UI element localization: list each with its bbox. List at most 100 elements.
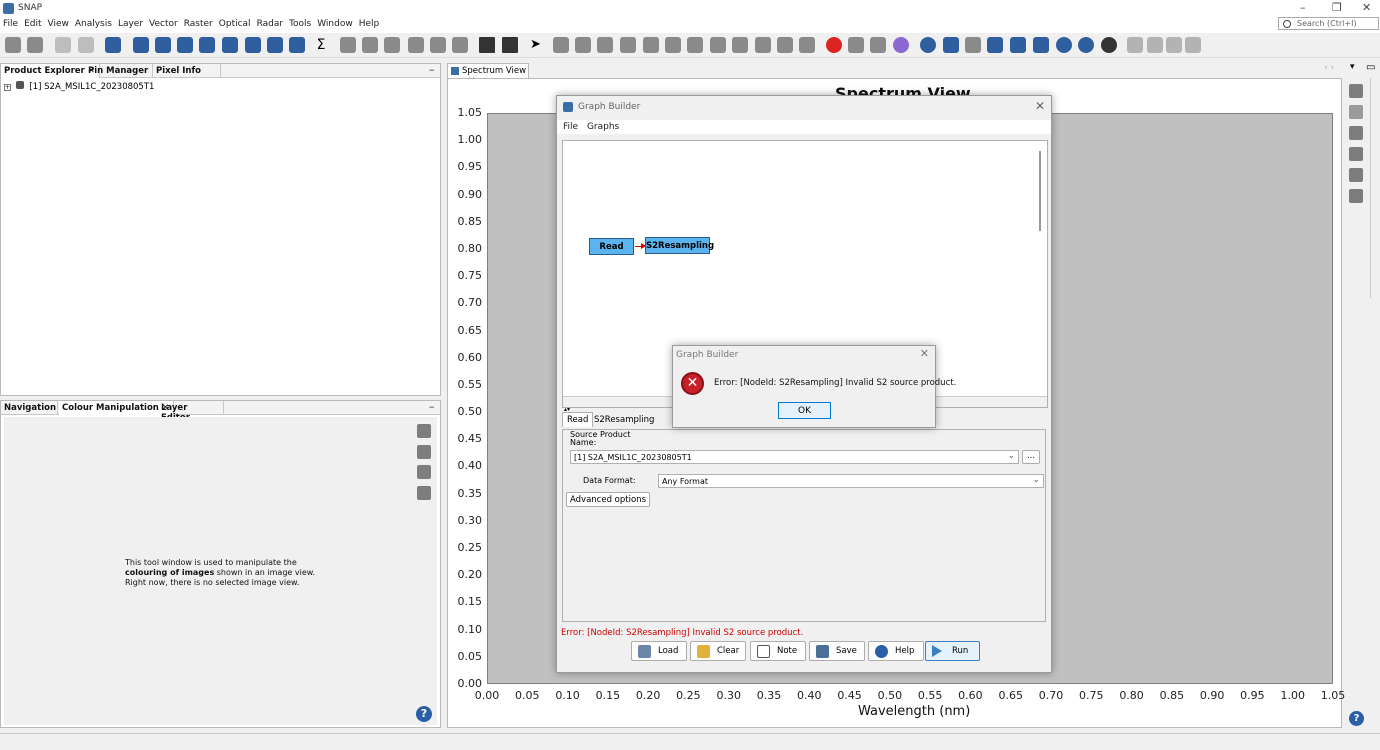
polyline-tool-icon[interactable] [665,37,681,53]
pin-icon[interactable] [408,37,424,53]
tile-vertical-icon[interactable] [1166,37,1182,53]
clear-button[interactable]: Clear [690,641,746,661]
search-tool-icon[interactable] [987,37,1003,53]
close-window-button[interactable]: ✕ [1362,1,1371,14]
qr-icon[interactable] [479,37,495,53]
refresh-icon[interactable] [105,37,121,53]
menu-analysis[interactable]: Analysis [72,17,115,29]
tab-pin-manager[interactable]: Pin Manager [85,64,154,78]
graph-canvas-scroll-thumb[interactable] [1039,151,1041,231]
minimize-button[interactable]: – [1300,1,1306,14]
band-maths-icon[interactable] [177,37,193,53]
graph-canvas-scrollbar[interactable] [1035,141,1047,396]
gcp-manager-icon[interactable] [965,37,981,53]
ellipse-tool-icon[interactable] [732,37,748,53]
gcp-tool-icon[interactable] [620,37,636,53]
cursor-synchronize-icon[interactable] [1349,105,1363,119]
pan-tool-icon[interactable] [553,37,569,53]
ioi-icon[interactable] [870,37,886,53]
tab-nav-arrows[interactable]: ‹ › [1324,63,1334,73]
menu-edit[interactable]: Edit [21,17,44,29]
maximize-view-icon[interactable]: ▭ [1366,62,1375,73]
tab-read[interactable]: Read [562,412,594,427]
range-finder-icon[interactable] [777,37,793,53]
minimize-panel-button[interactable]: – [429,400,435,413]
scatter-plot-icon[interactable] [289,37,305,53]
minimize-panel-button[interactable]: – [429,63,435,76]
save-button[interactable]: Save [809,641,865,661]
tile-single-icon[interactable] [1185,37,1201,53]
help-icon[interactable]: ? [1349,711,1364,726]
network-icon[interactable] [1056,37,1072,53]
undo-icon[interactable] [55,37,71,53]
star-icon[interactable] [826,37,842,53]
tab-list-icon[interactable]: ▾ [1350,62,1355,72]
ruler-icon[interactable] [799,37,815,53]
sum-icon[interactable]: Σ [313,37,329,53]
search-input[interactable]: Search (Ctrl+I) [1278,17,1379,30]
note-button[interactable]: Note [750,641,806,661]
ok-button[interactable]: OK [778,402,831,419]
tab-colour-manipulation[interactable]: Colour Manipulation ✕ [59,401,174,415]
expand-icon[interactable]: + [4,84,11,91]
menu-file[interactable]: File [0,17,21,29]
run-button[interactable]: Run [925,641,980,661]
zoom-tool-icon[interactable] [575,37,591,53]
source-product-select[interactable]: [1] S2A_MSIL1C_20230805T1 ⌄ [570,450,1019,464]
save-product-icon[interactable] [27,37,43,53]
filter-icon[interactable] [1349,84,1363,98]
polygon-tool-icon[interactable] [710,37,726,53]
tile-horizontal-icon[interactable] [1147,37,1163,53]
load-button[interactable]: Load [631,641,687,661]
select-tool-icon[interactable]: ➤ [530,37,546,53]
time-series-icon[interactable] [943,37,959,53]
histogram-icon[interactable] [199,37,215,53]
import-icon[interactable] [417,445,431,459]
magic-wand-icon[interactable] [755,37,771,53]
grid-icon[interactable] [384,37,400,53]
menu-layer[interactable]: Layer [115,17,146,29]
cross-icon[interactable] [848,37,864,53]
gb-menu-file[interactable]: File [560,120,581,132]
gb-menu-graphs[interactable]: Graphs [584,120,622,132]
redo-icon[interactable] [78,37,94,53]
pin-all-icon[interactable] [1349,147,1363,161]
tab-spectrum-view[interactable]: Spectrum View ✕ [447,63,529,86]
menu-help[interactable]: Help [356,17,383,29]
sphere-icon[interactable] [1101,37,1117,53]
menu-tools[interactable]: Tools [286,17,314,29]
layers-icon[interactable] [362,37,378,53]
menu-raster[interactable]: Raster [181,17,216,29]
apply-icon[interactable] [417,486,431,500]
shape-icon[interactable] [452,37,468,53]
edit-icon[interactable] [155,37,171,53]
product-tree-item[interactable]: + [1] S2A_MSIL1C_20230805T1 [4,81,154,93]
tab-layer-editor[interactable]: Layer Editor [158,401,224,423]
close-dialog-button[interactable]: ✕ [920,347,929,360]
open-product-icon[interactable] [5,37,21,53]
menu-optical[interactable]: Optical [216,17,254,29]
profile-plot-icon[interactable] [267,37,283,53]
export-spectra-icon[interactable] [1349,189,1363,203]
browse-product-button[interactable]: ... [1022,450,1040,464]
menu-window[interactable]: Window [314,17,356,29]
rgb-icon[interactable] [893,37,909,53]
tab-pixel-info[interactable]: Pixel Info [153,64,221,78]
gcp-icon[interactable] [430,37,446,53]
pin-spectra-icon[interactable] [1349,126,1363,140]
statistics-icon[interactable] [245,37,261,53]
restore-button[interactable]: ❐ [1332,1,1342,14]
reset-icon[interactable] [417,424,431,438]
help-icon[interactable]: ? [416,706,432,722]
line-tool-icon[interactable] [643,37,659,53]
menu-view[interactable]: View [45,17,72,29]
menu-vector[interactable]: Vector [146,17,181,29]
node-read[interactable]: Read [589,238,634,255]
grid-toggle-icon[interactable] [1349,168,1363,182]
tile-evenly-icon[interactable] [1127,37,1143,53]
export-icon[interactable] [417,465,431,479]
tab-s2resampling[interactable]: S2Resampling [592,412,656,427]
rectangle-tool-icon[interactable] [687,37,703,53]
help-button[interactable]: Help [868,641,924,661]
advanced-options-button[interactable]: Advanced options [566,492,650,507]
